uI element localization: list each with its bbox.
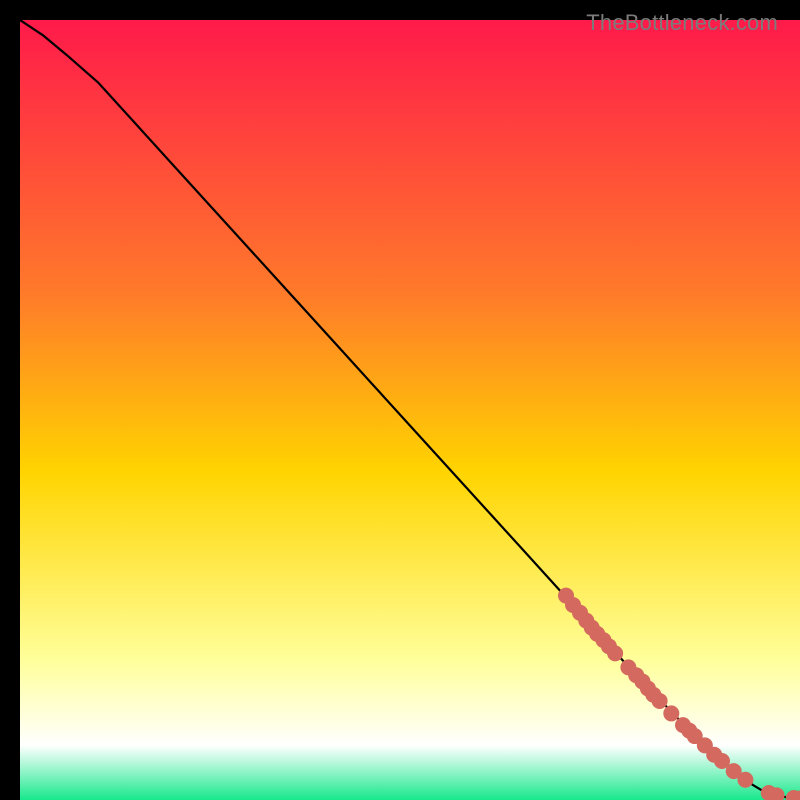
watermark-text: TheBottleneck.com [586,10,778,36]
data-marker [607,645,623,661]
chart-frame: TheBottleneck.com [10,10,790,790]
data-marker [663,705,679,721]
chart-svg [20,20,800,800]
data-marker [652,693,668,709]
data-marker [737,772,753,788]
gradient-background [20,20,800,800]
